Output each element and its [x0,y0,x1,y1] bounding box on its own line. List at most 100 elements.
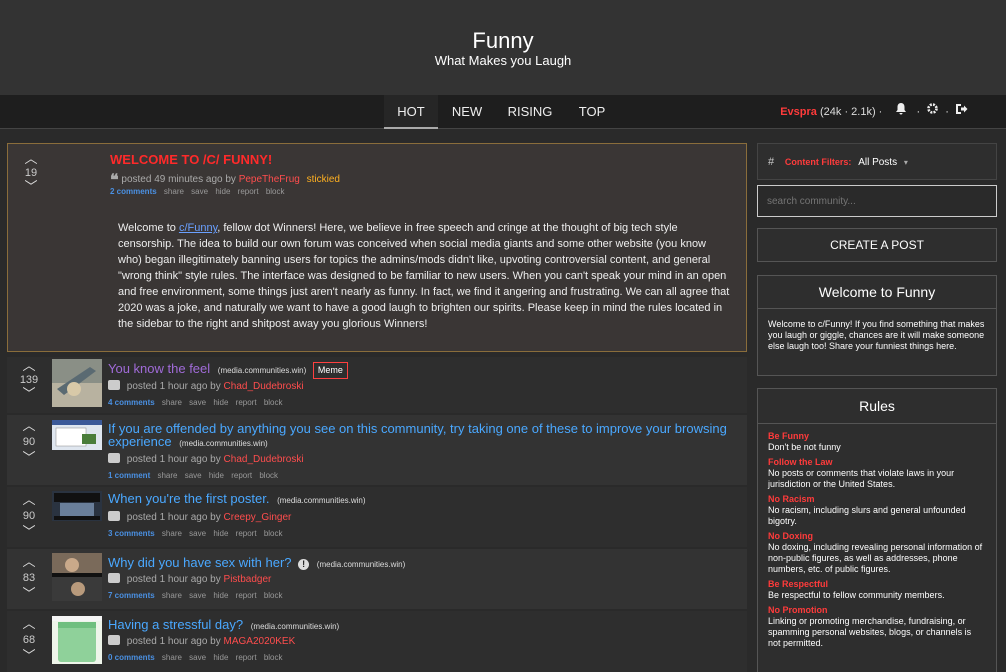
posted-time: posted 49 minutes ago by [121,174,236,185]
author-link[interactable]: Creepy_Ginger [224,512,292,523]
report-button[interactable]: report [231,471,252,480]
rule-name: Follow the Law [768,457,833,467]
post-thumbnail[interactable] [52,491,102,521]
upvote-icon[interactable]: ︿ [14,493,44,507]
rule-desc: Linking or promoting merchandise, fundra… [768,616,972,648]
report-button[interactable]: report [238,187,259,196]
tab-new[interactable]: NEW [446,95,488,129]
search-input[interactable] [757,185,997,217]
hide-button[interactable]: hide [213,529,228,538]
downvote-icon[interactable]: ﹀ [14,525,44,539]
post-flair: Meme [312,362,348,379]
comments-link[interactable]: 2 comments [110,187,157,196]
report-button[interactable]: report [236,653,257,662]
upvote-icon[interactable]: ︿ [14,555,44,569]
post-meta: posted 1 hour ago by Creepy_Ginger [108,511,291,523]
tab-rising[interactable]: RISING [502,95,558,129]
downvote-icon[interactable]: ﹀ [14,387,44,401]
gear-icon[interactable] [926,95,939,127]
post-title[interactable]: You know the feel (media.communities.win… [108,362,728,379]
comments-link[interactable]: 3 comments [108,529,155,538]
post-title[interactable]: Why did you have sex with her? ! (media.… [108,556,728,571]
bell-icon[interactable] [895,95,907,127]
author-link[interactable]: Chad_Dudebroski [224,381,304,392]
post-thumbnail[interactable] [52,420,102,450]
post-actions: 0 comments share save hide report block [108,653,288,662]
upvote-icon[interactable]: ︿ [14,359,44,373]
post-title-text: Having a stressful day? [108,617,244,632]
report-button[interactable]: report [236,529,257,538]
posted-time: posted 1 hour ago by [126,636,221,647]
rule-name: Be Funny [768,431,810,441]
post-title[interactable]: Having a stressful day? (media.communiti… [108,618,728,633]
post-thumbnail[interactable] [52,553,102,601]
tab-hot[interactable]: HOT [384,95,438,129]
post-title[interactable]: If you are offended by anything you see … [108,422,728,450]
post-actions: 7 comments share save hide report block [108,591,288,600]
share-button[interactable]: share [162,653,182,662]
hide-button[interactable]: hide [213,653,228,662]
block-button[interactable]: block [264,529,283,538]
block-button[interactable]: block [264,653,283,662]
block-button[interactable]: block [264,398,283,407]
comments-link[interactable]: 1 comment [108,471,150,480]
save-button[interactable]: save [185,471,202,480]
author-link[interactable]: Chad_Dudebroski [224,454,304,465]
hide-button[interactable]: hide [215,187,230,196]
report-button[interactable]: report [236,591,257,600]
block-button[interactable]: block [259,471,278,480]
author-link[interactable]: MAGA2020KEK [224,636,296,647]
author-link[interactable]: Pistbadger [224,574,272,585]
rule-name: No Racism [768,494,815,504]
post-actions: 3 comments share save hide report block [108,529,288,538]
post-title[interactable]: WELCOME TO /C/ FUNNY! [110,152,272,167]
downvote-icon[interactable]: ﹀ [14,649,44,663]
comments-link[interactable]: 0 comments [108,653,155,662]
save-button[interactable]: save [189,591,206,600]
post-row: ︿ 83 ﹀ Why did you have sex with her? ! … [7,549,747,609]
post-title[interactable]: When you're the first poster. (media.com… [108,492,728,507]
community-link[interactable]: c/Funny [179,222,217,234]
share-button[interactable]: share [162,529,182,538]
share-button[interactable]: share [162,398,182,407]
downvote-icon[interactable]: ﹀ [14,451,44,465]
hide-button[interactable]: hide [209,471,224,480]
share-button[interactable]: share [162,591,182,600]
report-button[interactable]: report [236,398,257,407]
caret-down-icon: ▾ [903,158,908,167]
save-button[interactable]: save [189,653,206,662]
upvote-icon[interactable]: ︿ [14,419,44,433]
vote-box: ︿ 90 ﹀ [14,419,44,465]
logout-icon[interactable] [955,95,968,127]
rule-name: Be Respectful [768,579,829,589]
rules-list: Be Funny Don't be not funny Follow the L… [758,424,996,658]
save-button[interactable]: save [189,398,206,407]
save-button[interactable]: save [189,529,206,538]
block-button[interactable]: block [266,187,285,196]
downvote-icon[interactable]: ﹀ [16,180,46,194]
hide-button[interactable]: hide [213,591,228,600]
author-link[interactable]: PepeTheFrug [239,174,300,185]
comments-link[interactable]: 7 comments [108,591,155,600]
save-button[interactable]: save [191,187,208,196]
username-link[interactable]: Evspra [780,106,817,118]
hide-button[interactable]: hide [213,398,228,407]
create-post-button[interactable]: CREATE A POST [757,228,997,262]
user-box: Evspra (24k · 2.1k) · · · [780,95,968,129]
block-button[interactable]: block [264,591,283,600]
share-button[interactable]: share [157,471,177,480]
content-filter[interactable]: # Content Filters: All Posts ▾ [757,143,997,180]
rule-name: No Promotion [768,605,828,615]
tab-top[interactable]: TOP [572,95,612,129]
upvote-icon[interactable]: ︿ [16,152,46,166]
upvote-icon[interactable]: ︿ [14,617,44,631]
vote-box: ︿ 139 ﹀ [14,359,44,401]
post-title-text: You know the feel [108,361,211,376]
post-actions: 1 comment share save hide report block [108,471,283,480]
downvote-icon[interactable]: ﹀ [14,587,44,601]
comments-link[interactable]: 4 comments [108,398,155,407]
post-thumbnail[interactable] [52,359,102,407]
post-thumbnail[interactable] [52,616,102,664]
dot-separator-2: · [945,106,949,118]
share-button[interactable]: share [164,187,184,196]
